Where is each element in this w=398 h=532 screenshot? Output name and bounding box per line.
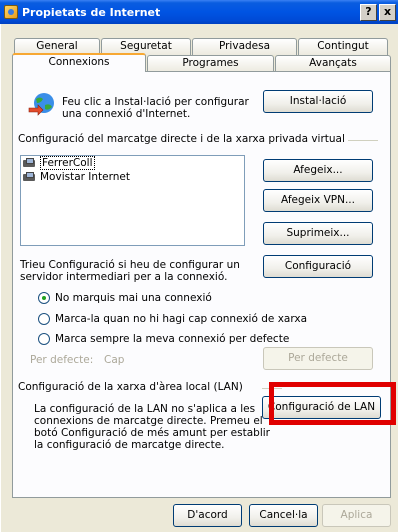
lan-text-line3: botó Configuració de més amunt per estab… xyxy=(34,427,270,439)
connections-list[interactable]: FerrerColl Movistar Internet xyxy=(20,155,245,246)
radio-label: Marca-la quan no hi hagi cap connexió de… xyxy=(55,313,308,325)
globe-connection-icon xyxy=(28,93,54,116)
add-vpn-button[interactable]: Afegeix VPN... xyxy=(263,189,373,212)
lan-text-line2: connexions de marcatge directe. Premeu e… xyxy=(34,415,263,427)
setup-button[interactable]: Instal·lació xyxy=(263,90,373,113)
list-item[interactable]: FerrerColl xyxy=(21,156,244,170)
radio-button[interactable] xyxy=(38,333,50,345)
settings-text-line2: servidor intermediari per a la connexió. xyxy=(20,271,228,283)
radio-button[interactable] xyxy=(38,313,50,325)
radio-never-dial[interactable]: No marquis mai una connexió xyxy=(38,292,212,304)
remove-button[interactable]: Suprimeix... xyxy=(263,222,373,245)
add-button[interactable]: Afegeix... xyxy=(263,159,373,182)
dialup-group-title: Configuració del marcatge directe i de l… xyxy=(18,133,348,145)
lan-settings-button[interactable]: Configuració de LAN xyxy=(262,396,381,419)
lan-text-line4: la configuració de marcatge directe. xyxy=(34,439,225,451)
dialup-connection-icon xyxy=(23,171,37,183)
radio-dial-no-network[interactable]: Marca-la quan no hi hagi cap connexió de… xyxy=(38,313,307,325)
radio-label: No marquis mai una connexió xyxy=(55,292,212,304)
default-label: Per defecte: xyxy=(30,354,94,366)
dialup-connection-icon xyxy=(23,157,37,169)
radio-button[interactable] xyxy=(38,292,50,304)
apply-button[interactable]: Aplica xyxy=(322,504,391,527)
lan-group-title: Configuració de la xarxa d'àrea local (L… xyxy=(18,381,246,393)
lan-text-line1: La configuració de la LAN no s'aplica a … xyxy=(34,403,256,415)
settings-button[interactable]: Configuració xyxy=(263,255,373,278)
settings-text-line1: Trieu Configuració si heu de configurar … xyxy=(20,259,240,271)
radio-always-dial[interactable]: Marca sempre la meva connexió per defect… xyxy=(38,333,289,345)
default-value: Cap xyxy=(104,354,125,366)
setup-text-line2: una connexió d'Internet. xyxy=(62,108,191,120)
cancel-button[interactable]: Cancel·la xyxy=(249,504,318,527)
connection-label: Movistar Internet xyxy=(40,171,130,183)
setup-text-line1: Feu clic a Instal·lació per configurar xyxy=(62,96,249,108)
ok-button[interactable]: D'acord xyxy=(173,504,242,527)
set-default-button[interactable]: Per defecte xyxy=(263,347,373,370)
connection-label: FerrerColl xyxy=(40,156,95,170)
list-item[interactable]: Movistar Internet xyxy=(21,170,244,184)
lan-group-line xyxy=(262,388,282,389)
radio-label: Marca sempre la meva connexió per defect… xyxy=(55,333,290,345)
